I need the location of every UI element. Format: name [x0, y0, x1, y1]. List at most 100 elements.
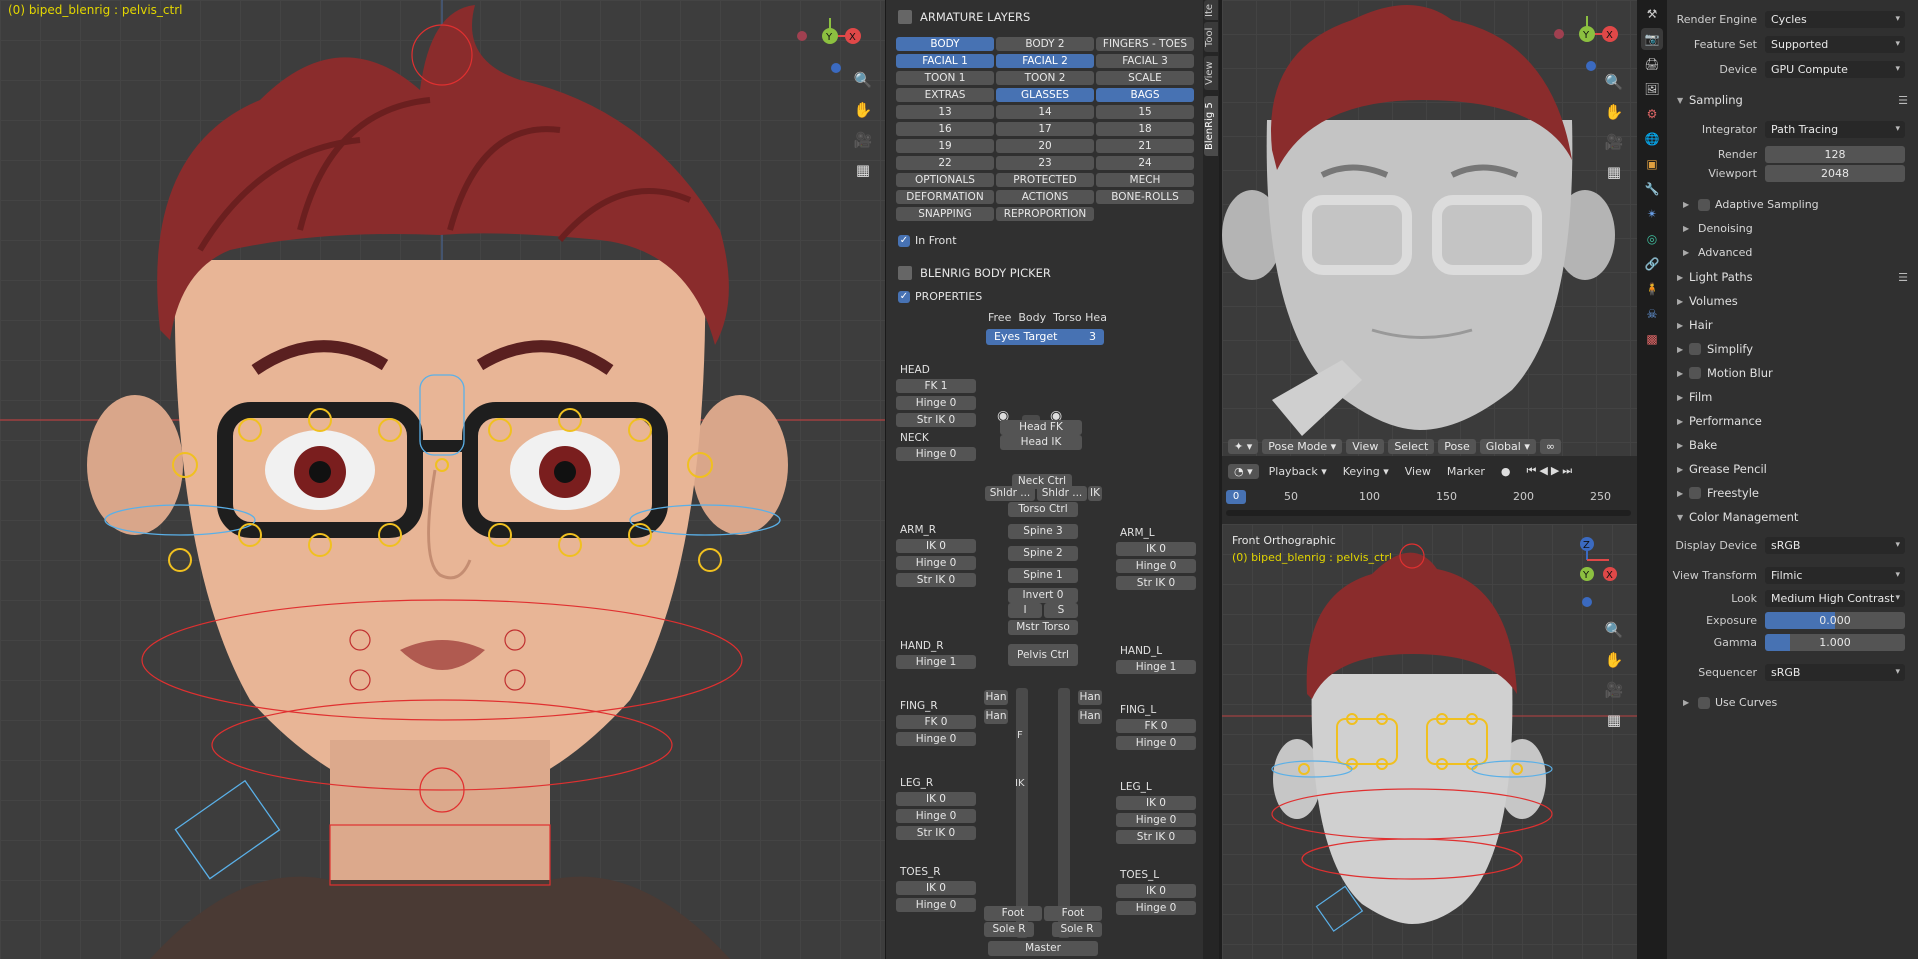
orientation-dropdown[interactable]: Global ▾ [1479, 438, 1536, 454]
simplify-checkbox[interactable] [1689, 343, 1701, 355]
tab-blenrig[interactable]: BlenRig 5 [1204, 96, 1218, 156]
view-layer-icon[interactable]: 🖼 [1641, 78, 1663, 100]
shoulder-r-button[interactable]: Shldr ... [985, 486, 1035, 501]
limb-setting-field[interactable]: IK 0 [896, 792, 976, 806]
limb-setting-field[interactable]: FK 1 [896, 379, 976, 393]
light-paths-panel[interactable]: ▶ Light Paths ☰ [1667, 266, 1918, 288]
layer-toggle-button[interactable]: BODY [896, 37, 994, 51]
physics-icon[interactable]: ◎ [1641, 228, 1663, 250]
render-samples-field[interactable]: 128 [1765, 146, 1905, 163]
limb-setting-field[interactable]: Hinge 0 [1116, 559, 1196, 573]
render-properties-icon[interactable]: 📷 [1641, 28, 1663, 50]
limb-setting-field[interactable]: Hinge 0 [896, 809, 976, 823]
layer-toggle-button[interactable]: 19 [896, 139, 994, 153]
select-menu[interactable]: Select [1388, 438, 1435, 454]
pan-hand-icon[interactable]: ✋ [1600, 646, 1628, 674]
particles-icon[interactable]: ✴ [1641, 203, 1663, 225]
layer-toggle-button[interactable]: TOON 1 [896, 71, 994, 85]
master-button[interactable]: Master [988, 941, 1098, 956]
layer-toggle-button[interactable]: FACIAL 1 [896, 54, 994, 68]
hand-l-button-1[interactable]: Han [1078, 690, 1102, 705]
limb-setting-field[interactable]: Hinge 0 [1116, 736, 1196, 750]
pelvis-ctrl-button[interactable]: Pelvis Ctrl [1008, 644, 1078, 666]
world-icon[interactable]: 🌐 [1641, 128, 1663, 150]
limb-setting-field[interactable]: Hinge 0 [896, 447, 976, 461]
shoulder-l-button[interactable]: Shldr ... [1037, 486, 1087, 501]
eyes-target-slider[interactable]: Eyes Target 3 [986, 329, 1104, 345]
record-icon[interactable]: ● [1495, 464, 1517, 479]
limb-setting-field[interactable]: Hinge 1 [1116, 660, 1196, 674]
advanced-subpanel[interactable]: ▶ Advanced [1683, 246, 1752, 259]
leg-r-ik-label[interactable]: IK [1015, 778, 1025, 789]
head-fk-button[interactable]: Head FK [1000, 420, 1082, 435]
display-device-dropdown[interactable]: sRGB ▾ [1765, 537, 1905, 554]
playback-menu[interactable]: Playback ▾ [1263, 464, 1333, 479]
grid-icon[interactable]: ▦ [849, 156, 877, 184]
limb-setting-field[interactable]: IK 0 [896, 539, 976, 553]
spine1-button[interactable]: Spine 1 [1008, 568, 1078, 583]
layer-toggle-button[interactable]: BAGS [1096, 88, 1194, 102]
spine3-button[interactable]: Spine 3 [1008, 524, 1078, 539]
limb-setting-field[interactable]: Hinge 0 [1116, 813, 1196, 827]
limb-setting-field[interactable]: IK 0 [896, 881, 976, 895]
layer-toggle-button[interactable]: MECH [1096, 173, 1194, 187]
master-torso-button[interactable]: Mstr Torso [1008, 620, 1078, 635]
limb-setting-field[interactable]: FK 0 [896, 715, 976, 729]
main-3d-viewport[interactable]: (0) biped_blenrig : pelvis_ctrl Y X 🔍 ✋ … [0, 0, 885, 959]
camera-icon[interactable]: 🎥 [1600, 676, 1628, 704]
link-icon[interactable]: ∞ [1539, 438, 1562, 454]
adaptive-sampling-checkbox[interactable] [1698, 198, 1710, 211]
limb-setting-field[interactable]: Hinge 0 [1116, 901, 1196, 915]
limb-setting-field[interactable]: Str IK 0 [1116, 830, 1196, 844]
device-dropdown[interactable]: GPU Compute ▾ [1765, 61, 1905, 78]
bake-panel[interactable]: ▶ Bake [1667, 434, 1918, 456]
layer-toggle-button[interactable]: BONE-ROLLS [1096, 190, 1194, 204]
film-panel[interactable]: ▶ Film [1667, 386, 1918, 408]
timeline-editor-type[interactable]: ◔ ▾ [1228, 463, 1259, 479]
layer-toggle-button[interactable]: SNAPPING [896, 207, 994, 221]
spine2-button[interactable]: Spine 2 [1008, 546, 1078, 561]
sampling-panel-header[interactable]: ▼ Sampling ☰ [1667, 89, 1918, 111]
sole-r-button[interactable]: Sole R [984, 922, 1034, 937]
keying-menu[interactable]: Keying ▾ [1337, 464, 1395, 479]
layer-toggle-button[interactable]: 21 [1096, 139, 1194, 153]
camera-icon[interactable]: 🎥 [1600, 128, 1628, 156]
output-properties-icon[interactable]: 🖨 [1641, 53, 1663, 75]
zoom-icon[interactable]: 🔍 [849, 66, 877, 94]
layer-toggle-button[interactable]: FACIAL 2 [996, 54, 1094, 68]
navigation-gizmo-bottom[interactable]: Z Y X [1547, 534, 1625, 612]
editor-type-dropdown[interactable]: ✦ ▾ [1228, 438, 1259, 454]
limb-setting-field[interactable]: IK 0 [1116, 884, 1196, 898]
properties-checkbox[interactable]: ✓ PROPERTIES [898, 290, 982, 303]
layer-toggle-button[interactable]: 13 [896, 105, 994, 119]
layer-toggle-button[interactable]: PROTECTED [996, 173, 1094, 187]
denoising-subpanel[interactable]: ▶ Denoising [1683, 222, 1753, 235]
limb-setting-field[interactable]: Hinge 0 [896, 396, 976, 410]
object-icon[interactable]: ▣ [1641, 153, 1663, 175]
armature-layers-header[interactable]: ARMATURE LAYERS [898, 10, 1030, 24]
limb-setting-field[interactable]: Str IK 0 [896, 413, 976, 427]
foot-r-button[interactable]: Foot [984, 906, 1042, 921]
body-picker-header[interactable]: BLENRIG BODY PICKER [898, 266, 1051, 280]
marker-menu[interactable]: Marker [1441, 464, 1491, 479]
torso-ctrl-button[interactable]: Torso Ctrl [1008, 502, 1078, 517]
layer-toggle-button[interactable]: 22 [896, 156, 994, 170]
tool-settings-icon[interactable]: ⚒ [1641, 3, 1663, 25]
bone-icon[interactable]: ☠ [1641, 303, 1663, 325]
layer-toggle-button[interactable]: 16 [896, 122, 994, 136]
layer-toggle-button[interactable]: 14 [996, 105, 1094, 119]
mode-dropdown[interactable]: Pose Mode ▾ [1262, 438, 1343, 454]
foot-l-button[interactable]: Foot [1044, 906, 1102, 921]
bottom-right-3d-viewport[interactable]: Front Orthographic (0) biped_blenrig : p… [1222, 524, 1637, 959]
texture-icon[interactable]: ▩ [1641, 328, 1663, 350]
layer-toggle-button[interactable]: 15 [1096, 105, 1194, 119]
top-right-3d-viewport[interactable]: Y X 🔍 ✋ 🎥 ▦ ✦ ▾ Pose Mode ▾ View Select … [1222, 0, 1637, 456]
head-ik-button[interactable]: Head IK [1000, 435, 1082, 450]
freestyle-panel[interactable]: ▶ Freestyle [1667, 482, 1918, 504]
eyes-target-modes[interactable]: Free Body Torso Hea [988, 311, 1107, 324]
gamma-slider[interactable]: 1.000 [1765, 634, 1905, 651]
simplify-panel[interactable]: ▶ Simplify [1667, 338, 1918, 360]
limb-setting-field[interactable]: IK 0 [1116, 796, 1196, 810]
exposure-slider[interactable]: 0.000 [1765, 612, 1905, 629]
leg-r-bone[interactable] [1016, 688, 1028, 938]
